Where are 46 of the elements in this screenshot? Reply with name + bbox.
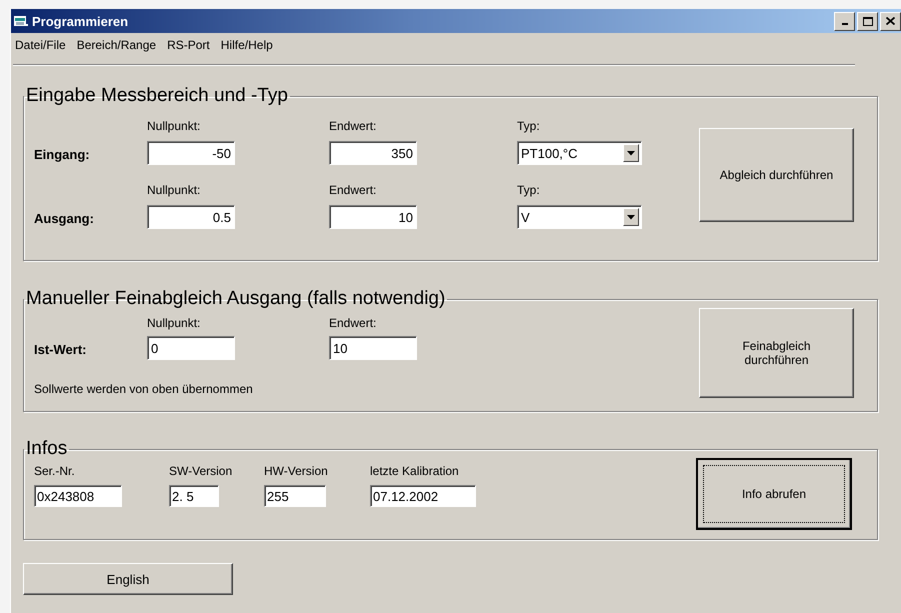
input-field[interactable]: 07.12.2002 — [370, 485, 476, 507]
window-icon — [14, 15, 28, 27]
field-label: Ser.-Nr. — [34, 464, 75, 478]
field-label: Endwert: — [329, 183, 378, 197]
menu-item[interactable]: Bereich/Range — [76, 38, 156, 55]
input-field[interactable]: 10 — [329, 205, 417, 229]
maximize-icon — [862, 16, 872, 26]
field-label: letzte Kalibration — [370, 464, 459, 478]
input-field[interactable]: 0 — [147, 336, 235, 360]
input-field[interactable]: 0.5 — [147, 205, 235, 229]
maximize-button[interactable] — [857, 12, 878, 30]
input-field[interactable]: 0x243808 — [34, 485, 122, 507]
hint-text: Sollwerte werden von oben übernommen — [34, 382, 254, 396]
row-label: Ausgang: — [34, 210, 95, 226]
group-title: Infos — [25, 438, 68, 460]
menu-item[interactable]: RS-Port — [167, 38, 210, 55]
input-field[interactable]: 2. 5 — [169, 485, 219, 507]
field-label: Endwert: — [329, 316, 378, 330]
close-button[interactable] — [880, 12, 901, 30]
field-label: Nullpunkt: — [147, 316, 202, 330]
input-field[interactable]: 255 — [264, 485, 326, 507]
field-label: Endwert: — [329, 119, 378, 133]
field-label: Typ: — [517, 119, 541, 133]
info-button[interactable]: Info abrufen — [696, 458, 852, 530]
field-label: HW-Version — [264, 464, 328, 478]
field-label: Nullpunkt: — [147, 119, 202, 133]
menu-item[interactable]: Datei/File — [15, 38, 66, 55]
field-label: Nullpunkt: — [147, 183, 202, 197]
field-label: SW-Version — [169, 464, 232, 478]
language-button[interactable]: English — [23, 563, 233, 595]
type-dropdown[interactable]: PT100,°C — [517, 141, 642, 165]
window-title: Programmieren — [32, 14, 128, 28]
fine-calibrate-button[interactable]: Feinabgleich durchführen — [699, 308, 854, 398]
menu-item[interactable]: Hilfe/Help — [220, 38, 273, 55]
row-label: Eingang: — [34, 146, 91, 162]
close-icon — [886, 17, 895, 25]
group-title: Eingabe Messbereich und -Typ — [25, 85, 289, 107]
row-label: Ist-Wert: — [34, 342, 88, 356]
group-title: Manueller Feinabgleich Ausgang (falls notwendig) — [25, 288, 446, 310]
field-label: Typ: — [517, 183, 541, 197]
input-field[interactable]: -50 — [147, 141, 235, 165]
input-field[interactable]: 350 — [329, 141, 417, 165]
calibrate-button[interactable]: Abgleich durchführen — [699, 128, 854, 222]
type-dropdown[interactable]: V — [517, 205, 642, 229]
input-field[interactable]: 10 — [329, 336, 417, 360]
minimize-button[interactable] — [834, 12, 855, 30]
